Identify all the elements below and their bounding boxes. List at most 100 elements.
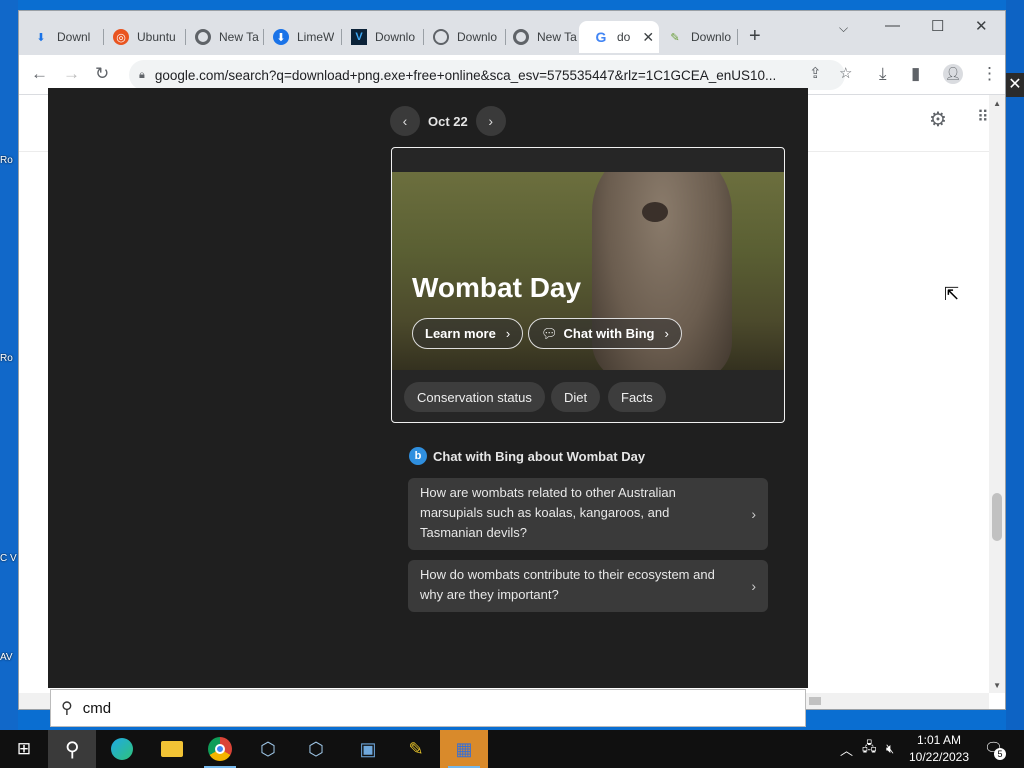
google-icon: G [595, 29, 607, 45]
reload-icon[interactable]: ↻ [95, 64, 109, 84]
lock-icon[interactable]: 🔒︎ [139, 69, 145, 82]
archive-icon: ▦ [455, 738, 473, 759]
folder-icon [161, 741, 183, 757]
chevron-right-icon: › [664, 326, 669, 341]
desktop-icon-label[interactable]: AV [0, 652, 18, 663]
date-label: Oct 22 [428, 113, 468, 129]
windows-logo-icon: ⊞ [16, 739, 32, 758]
suggested-question[interactable]: How do wombats contribute to their ecosy… [408, 560, 768, 612]
minimize-icon[interactable]: — [885, 17, 900, 34]
tab-title: Downlo [375, 30, 416, 44]
file-explorer-taskbar-button[interactable] [148, 730, 196, 768]
installer-taskbar-button[interactable]: ▣ [344, 730, 392, 768]
apps-grid-icon[interactable]: ⠿ [977, 107, 989, 127]
card-title: Wombat Day [412, 272, 582, 303]
chip-conservation-status[interactable]: Conservation status [404, 382, 545, 412]
feather-icon: ✎ [670, 31, 680, 44]
browser-tab-active[interactable]: Gdo ✕ [579, 21, 659, 53]
scroll-down-icon[interactable]: ▼ [993, 681, 1001, 690]
tab-title: do [617, 30, 631, 44]
next-day-button[interactable]: › [475, 106, 506, 136]
show-hidden-icons[interactable]: ︿ [840, 730, 853, 768]
desktop-icon-label[interactable]: Ro [0, 353, 18, 364]
profile-avatar-icon[interactable]: 👤︎ [943, 64, 963, 84]
cube-icon: ⬡ [260, 738, 276, 759]
tab-title: Downl [57, 30, 91, 44]
tab-title: Ubuntu [137, 30, 176, 44]
chat-header-text: Chat with Bing about Wombat Day [433, 448, 646, 464]
clock-date: 10/22/2023 [908, 750, 970, 764]
settings-gear-icon[interactable]: ⚙ [929, 107, 947, 132]
tab-search-icon[interactable]: ⌵ [839, 21, 848, 36]
wombat-nose [642, 202, 668, 222]
desktop-icon-label[interactable]: C V [0, 553, 18, 564]
desktop-icon-label[interactable]: Ro [0, 155, 18, 166]
downloads-icon[interactable]: ⤓ [879, 64, 887, 84]
chat-section-header: b Chat with Bing about Wombat Day [409, 447, 645, 465]
scrollbar-thumb[interactable] [992, 493, 1002, 541]
edge-taskbar-button[interactable] [98, 730, 146, 768]
maximize-icon[interactable]: ☐ [931, 17, 944, 35]
desktop-background-right [1006, 0, 1024, 730]
virtualbox-taskbar-button[interactable]: ⬡ [292, 730, 340, 768]
bookmark-star-icon[interactable]: ☆ [839, 64, 852, 82]
new-tab-icon[interactable]: + [749, 25, 761, 48]
previous-day-button[interactable]: ‹ [390, 106, 420, 136]
globe-icon: ⬇ [273, 29, 289, 45]
scroll-up-icon[interactable]: ▲ [993, 99, 1001, 108]
browser-tab[interactable]: New Ta [499, 21, 581, 53]
address-bar[interactable]: 🔒︎ google.com/search?q=download+png.exe+… [129, 60, 845, 90]
browser-tab[interactable]: ◎ Ubuntu [99, 21, 185, 53]
date-navigator: ‹ Oct 22 › [390, 106, 506, 136]
v-logo-icon: V [351, 29, 367, 45]
chevron-right-icon: › [751, 506, 756, 522]
browser-tab[interactable]: New Ta [181, 21, 261, 53]
network-icon[interactable]: 🖧︎ [862, 730, 877, 768]
back-icon[interactable]: ← [31, 64, 48, 84]
installer-icon: ▣ [359, 738, 377, 759]
close-icon[interactable]: ✕ [1006, 73, 1024, 97]
browser-tab[interactable]: ⬇ Downl [19, 21, 99, 53]
suggested-question[interactable]: How are wombats related to other Austral… [408, 478, 768, 550]
chip-facts[interactable]: Facts [608, 382, 666, 412]
desktop-background: Ro Ro C V AV [0, 0, 18, 730]
chrome-taskbar-button[interactable] [196, 730, 244, 768]
browser-tab[interactable]: Downlo [419, 21, 503, 53]
browser-tab[interactable]: ✎ Downlo [653, 21, 739, 53]
browser-tab[interactable]: V Downlo [337, 21, 421, 53]
side-panel-icon[interactable]: ▮ [911, 64, 920, 84]
menu-kebab-icon[interactable]: ⋮ [981, 64, 998, 84]
virtualbox-taskbar-button[interactable]: ⬡ [244, 730, 292, 768]
search-input[interactable] [82, 699, 683, 717]
share-icon[interactable]: ⇪ [809, 64, 822, 82]
taskbar-search-box[interactable]: ⚲ [50, 689, 806, 727]
chrome-icon [208, 737, 232, 761]
cube-icon: ⬡ [308, 738, 324, 759]
vertical-scrollbar[interactable]: ▲ ▼ [989, 95, 1005, 693]
chat-with-bing-button[interactable]: 💬︎ Chat with Bing › [528, 318, 682, 349]
url-text: google.com/search?q=download+png.exe+fre… [154, 67, 777, 83]
close-window-icon[interactable]: ✕ [975, 17, 988, 35]
forward-icon[interactable]: → [63, 64, 80, 84]
search-taskbar-button[interactable]: ⚲ [48, 730, 96, 768]
question-text: How do wombats contribute to their ecosy… [420, 567, 715, 602]
tab-separator [737, 29, 738, 45]
start-button[interactable]: ⊞ [0, 730, 48, 768]
chrome-icon [513, 29, 529, 45]
paint-taskbar-button[interactable]: ✎ [392, 730, 440, 768]
edge-icon [111, 738, 133, 760]
wombat-day-card[interactable]: Wombat Day Learn more › 💬︎ Chat with Bing ›… [391, 147, 785, 423]
tab-title: New Ta [537, 30, 577, 44]
browser-tab[interactable]: ⬇ LimeW [259, 21, 341, 53]
winrar-taskbar-button[interactable]: ▦ [440, 730, 488, 768]
scrollbar-thumb[interactable] [809, 697, 821, 705]
search-icon: ⚲ [64, 738, 80, 761]
volume-muted-icon[interactable]: 🔇︎ [886, 730, 894, 768]
taskbar: ⊞ ⚲ ⬡ ⬡ ▣ ✎ ▦ ︿ 🖧︎ 🔇︎ 1:01 AM 10/22/2023… [0, 730, 1024, 768]
chevron-left-icon: ‹ [402, 113, 408, 129]
learn-more-button[interactable]: Learn more › [412, 318, 524, 349]
system-clock[interactable]: 1:01 AM 10/22/2023 [906, 732, 972, 766]
chip-diet[interactable]: Diet [551, 382, 601, 412]
globe-icon [433, 29, 449, 45]
button-label: Chat with Bing [563, 326, 655, 341]
